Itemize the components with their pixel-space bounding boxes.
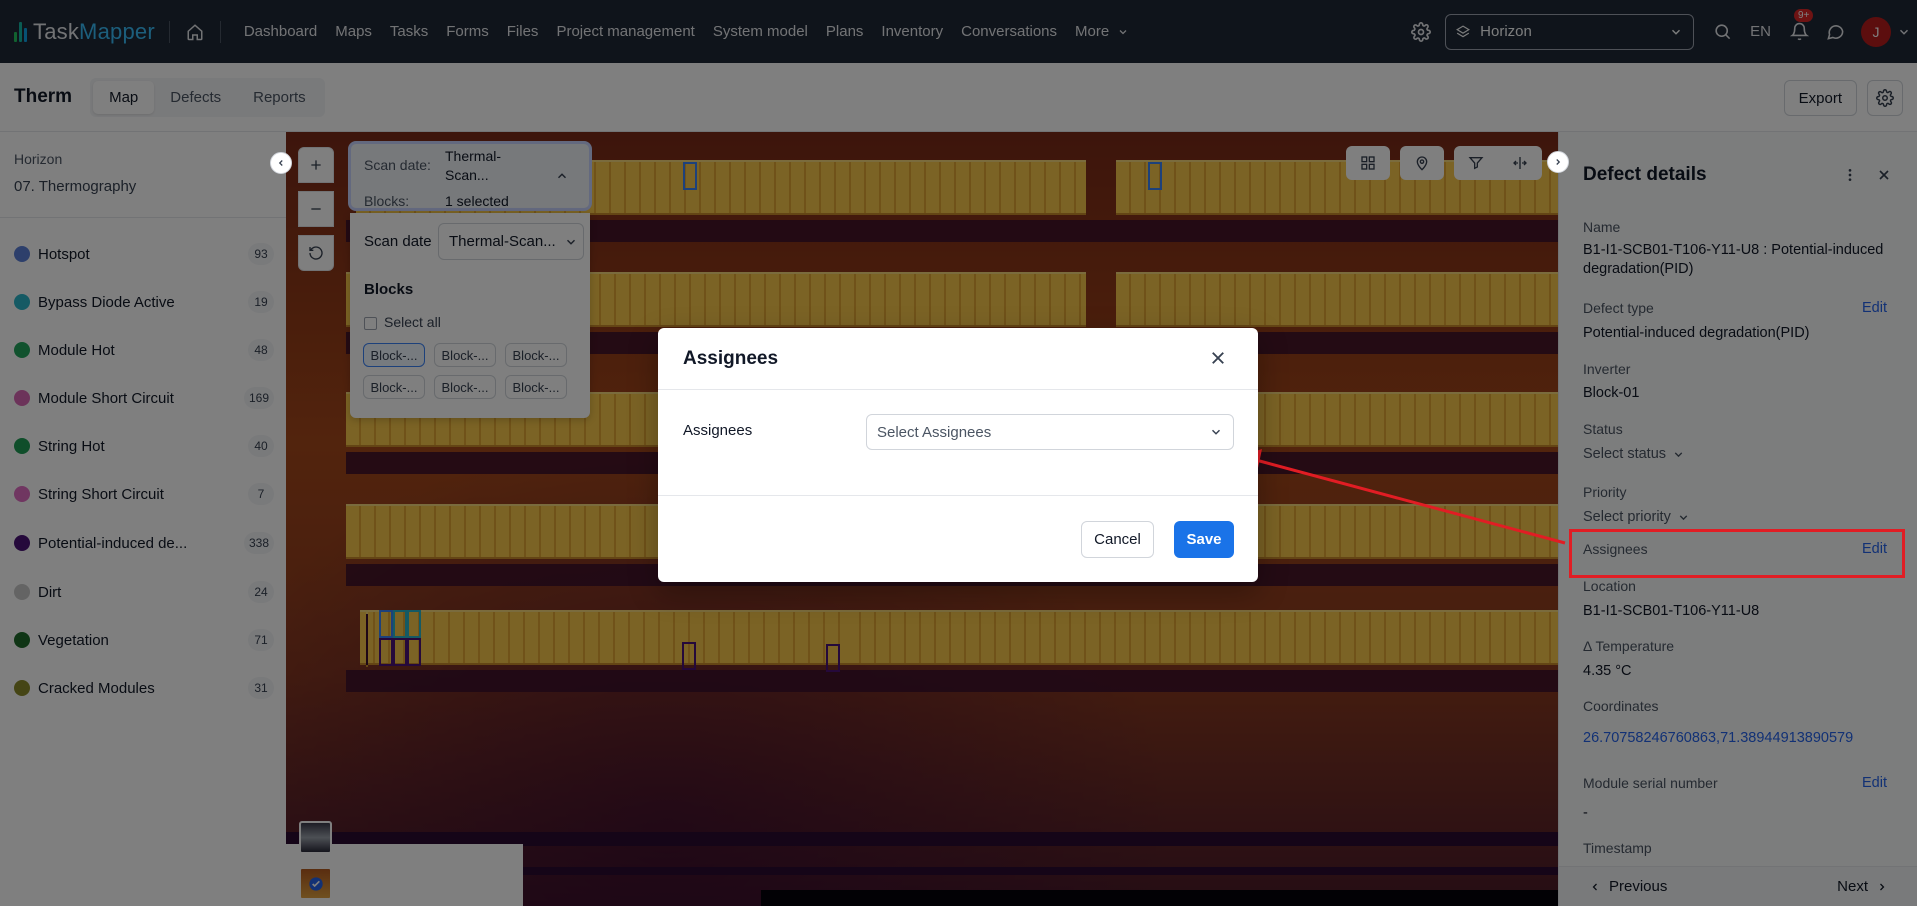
close-icon[interactable] [1206, 346, 1230, 370]
assignees-select[interactable]: Select Assignees [866, 414, 1234, 450]
modal-divider [658, 495, 1258, 496]
cancel-button[interactable]: Cancel [1081, 521, 1154, 558]
assignees-modal: Assignees Assignees Select Assignees Can… [658, 328, 1258, 582]
chevron-right-icon [1556, 159, 1561, 165]
modal-title: Assignees [683, 348, 779, 369]
annotation-highlight-box [1569, 529, 1905, 578]
assignees-placeholder: Select Assignees [877, 423, 992, 441]
modal-divider [658, 389, 1258, 390]
chevron-down-icon [1211, 429, 1221, 435]
collapse-sidebar-button[interactable] [270, 152, 292, 174]
save-button[interactable]: Save [1174, 521, 1234, 558]
chevron-left-icon [278, 160, 283, 166]
expand-panel-button[interactable] [1547, 151, 1569, 173]
assignees-field-label: Assignees [683, 422, 753, 439]
